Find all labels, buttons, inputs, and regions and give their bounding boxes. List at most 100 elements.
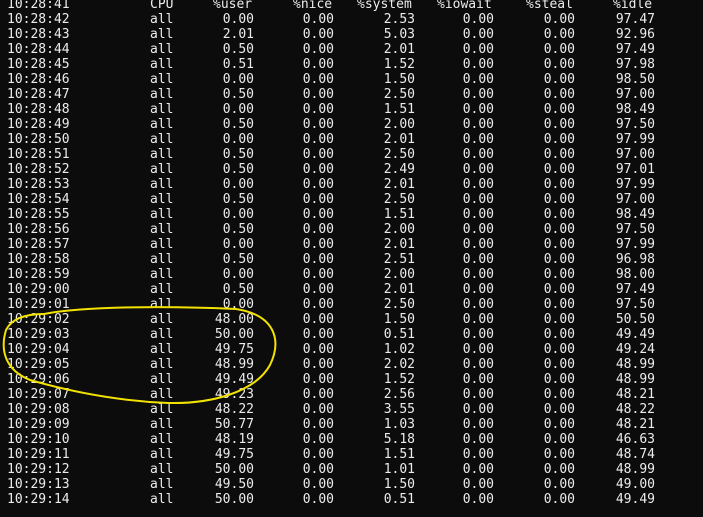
cell-user: 50.00 bbox=[214, 327, 254, 342]
cell-nice: 0.00 bbox=[302, 297, 334, 312]
cell-user: 0.00 bbox=[222, 12, 254, 27]
cell-nice: 0.00 bbox=[302, 177, 334, 192]
cell-idle: 97.00 bbox=[615, 87, 655, 102]
cell-cpu: all bbox=[150, 57, 174, 72]
cell-idle: 97.99 bbox=[615, 237, 655, 252]
table-row: 10:28:57 all 0.00 0.00 2.01 0.00 0.00 97.99 bbox=[0, 237, 703, 252]
cell-idle: 48.21 bbox=[615, 417, 655, 432]
cell-iowait: 0.00 bbox=[462, 207, 494, 222]
cell-system: 2.00 bbox=[383, 267, 415, 282]
cell-system: 2.00 bbox=[383, 117, 415, 132]
cell-idle: 97.49 bbox=[615, 42, 655, 57]
cell-iowait: 0.00 bbox=[462, 417, 494, 432]
cell-nice: 0.00 bbox=[302, 102, 334, 117]
cell-steal: 0.00 bbox=[543, 192, 575, 207]
cell-user: 0.50 bbox=[222, 162, 254, 177]
cell-cpu: all bbox=[150, 42, 174, 57]
cell-time: 10:29:12 bbox=[7, 462, 70, 477]
cell-steal: 0.00 bbox=[543, 42, 575, 57]
cell-iowait: 0.00 bbox=[462, 267, 494, 282]
cell-cpu: all bbox=[150, 87, 174, 102]
cell-user: 2.01 bbox=[222, 27, 254, 42]
header-cpu: CPU bbox=[150, 0, 174, 12]
cell-idle: 97.47 bbox=[615, 12, 655, 27]
cell-system: 2.01 bbox=[383, 282, 415, 297]
cell-nice: 0.00 bbox=[302, 162, 334, 177]
cell-system: 1.01 bbox=[383, 462, 415, 477]
cell-time: 10:28:42 bbox=[7, 12, 70, 27]
cell-steal: 0.00 bbox=[543, 72, 575, 87]
cell-steal: 0.00 bbox=[543, 117, 575, 132]
cell-iowait: 0.00 bbox=[462, 402, 494, 417]
cell-steal: 0.00 bbox=[543, 282, 575, 297]
cell-iowait: 0.00 bbox=[462, 27, 494, 42]
table-row: 10:28:51 all 0.50 0.00 2.50 0.00 0.00 97.00 bbox=[0, 147, 703, 162]
cell-user: 0.00 bbox=[222, 207, 254, 222]
cell-user: 0.00 bbox=[222, 72, 254, 87]
cell-time: 10:28:49 bbox=[7, 117, 70, 132]
cell-iowait: 0.00 bbox=[462, 222, 494, 237]
cell-steal: 0.00 bbox=[543, 162, 575, 177]
cell-time: 10:28:43 bbox=[7, 27, 70, 42]
cell-system: 2.01 bbox=[383, 237, 415, 252]
cell-system: 2.49 bbox=[383, 162, 415, 177]
cell-cpu: all bbox=[150, 342, 174, 357]
table-row: 10:29:06 all 49.49 0.00 1.52 0.00 0.00 48.99 bbox=[0, 372, 703, 387]
table-row: 10:29:05 all 48.99 0.00 2.02 0.00 0.00 48.99 bbox=[0, 357, 703, 372]
cell-steal: 0.00 bbox=[543, 477, 575, 492]
cell-system: 2.50 bbox=[383, 87, 415, 102]
cell-cpu: all bbox=[150, 117, 174, 132]
cell-system: 5.18 bbox=[383, 432, 415, 447]
cell-iowait: 0.00 bbox=[462, 462, 494, 477]
cell-cpu: all bbox=[150, 357, 174, 372]
cell-time: 10:28:44 bbox=[7, 42, 70, 57]
cell-idle: 98.49 bbox=[615, 102, 655, 117]
cell-nice: 0.00 bbox=[302, 237, 334, 252]
cell-steal: 0.00 bbox=[543, 267, 575, 282]
cell-time: 10:29:09 bbox=[7, 417, 70, 432]
cell-system: 1.52 bbox=[383, 372, 415, 387]
cell-time: 10:29:06 bbox=[7, 372, 70, 387]
table-row: 10:28:54 all 0.50 0.00 2.50 0.00 0.00 97.00 bbox=[0, 192, 703, 207]
cell-idle: 48.99 bbox=[615, 462, 655, 477]
cell-idle: 97.01 bbox=[615, 162, 655, 177]
table-row: 10:28:59 all 0.00 0.00 2.00 0.00 0.00 98.00 bbox=[0, 267, 703, 282]
cell-idle: 49.00 bbox=[615, 477, 655, 492]
cell-idle: 97.00 bbox=[615, 192, 655, 207]
cell-time: 10:28:53 bbox=[7, 177, 70, 192]
table-row: 10:28:43 all 2.01 0.00 5.03 0.00 0.00 92.96 bbox=[0, 27, 703, 42]
cell-user: 48.22 bbox=[214, 402, 254, 417]
cell-time: 10:29:11 bbox=[7, 447, 70, 462]
cell-cpu: all bbox=[150, 327, 174, 342]
cell-time: 10:28:55 bbox=[7, 207, 70, 222]
cell-user: 48.00 bbox=[214, 312, 254, 327]
cell-time: 10:29:13 bbox=[7, 477, 70, 492]
cell-user: 0.00 bbox=[222, 297, 254, 312]
cell-nice: 0.00 bbox=[302, 132, 334, 147]
cell-idle: 97.50 bbox=[615, 117, 655, 132]
terminal-output: 10:28:41 CPU %user %nice %system %iowait… bbox=[0, 0, 703, 517]
table-row: 10:28:47 all 0.50 0.00 2.50 0.00 0.00 97.00 bbox=[0, 87, 703, 102]
cell-user: 50.77 bbox=[214, 417, 254, 432]
cell-steal: 0.00 bbox=[543, 462, 575, 477]
cell-system: 1.50 bbox=[383, 72, 415, 87]
cell-time: 10:28:54 bbox=[7, 192, 70, 207]
cell-user: 0.00 bbox=[222, 102, 254, 117]
cell-nice: 0.00 bbox=[302, 357, 334, 372]
header-user: %user bbox=[213, 0, 253, 12]
cell-idle: 97.50 bbox=[615, 222, 655, 237]
cell-steal: 0.00 bbox=[543, 132, 575, 147]
cell-nice: 0.00 bbox=[302, 282, 334, 297]
cell-system: 2.01 bbox=[383, 42, 415, 57]
cell-nice: 0.00 bbox=[302, 462, 334, 477]
cell-time: 10:29:14 bbox=[7, 492, 70, 507]
cell-time: 10:28:51 bbox=[7, 147, 70, 162]
cell-system: 2.56 bbox=[383, 387, 415, 402]
cell-cpu: all bbox=[150, 447, 174, 462]
cell-user: 48.19 bbox=[214, 432, 254, 447]
cell-nice: 0.00 bbox=[302, 477, 334, 492]
table-row: 10:28:52 all 0.50 0.00 2.49 0.00 0.00 97.01 bbox=[0, 162, 703, 177]
table-row: 10:29:10 all 48.19 0.00 5.18 0.00 0.00 46.63 bbox=[0, 432, 703, 447]
cell-time: 10:28:46 bbox=[7, 72, 70, 87]
cell-cpu: all bbox=[150, 282, 174, 297]
